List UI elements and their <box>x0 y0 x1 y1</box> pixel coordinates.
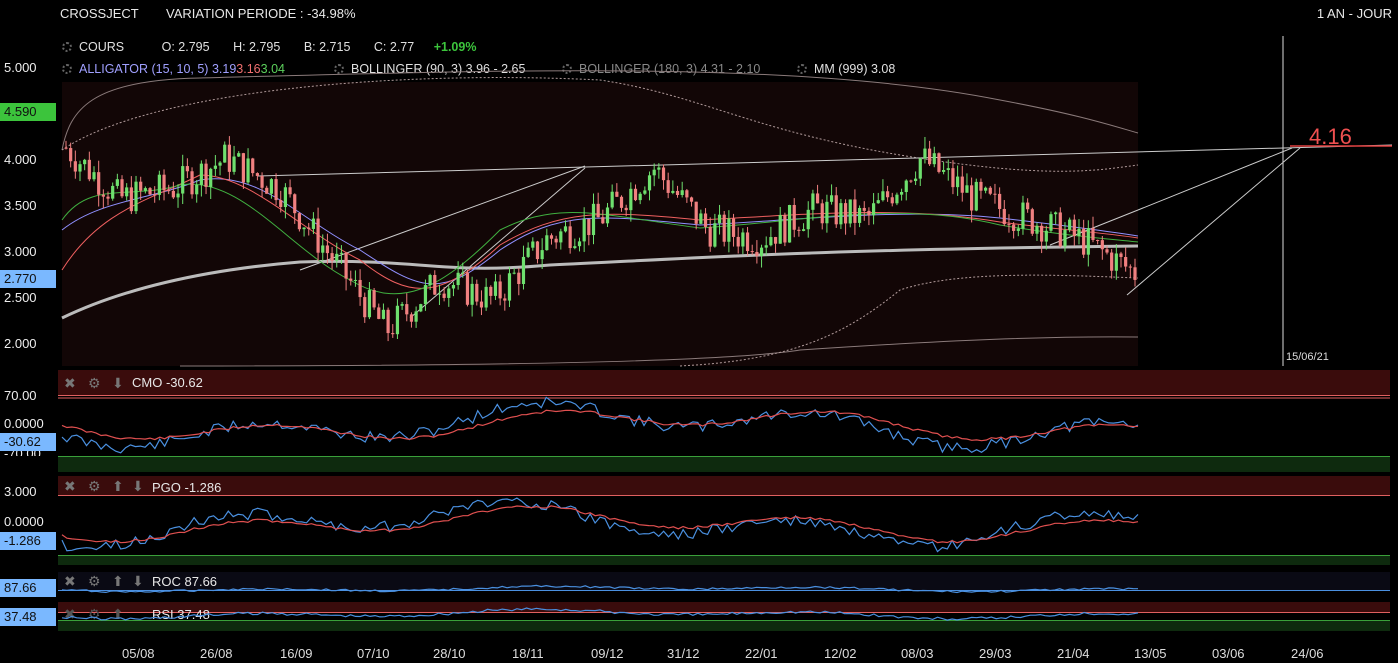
x-tick: 16/09 <box>280 646 313 661</box>
x-tick: 22/01 <box>745 646 778 661</box>
x-tick: 28/10 <box>433 646 466 661</box>
x-tick: 12/02 <box>824 646 857 661</box>
x-tick: 03/06 <box>1212 646 1245 661</box>
x-tick: 09/12 <box>591 646 624 661</box>
indicator-lines-svg <box>58 396 1390 621</box>
x-tick: 07/10 <box>357 646 390 661</box>
x-tick: 08/03 <box>901 646 934 661</box>
x-tick: 21/04 <box>1057 646 1090 661</box>
x-tick: 13/05 <box>1134 646 1167 661</box>
x-tick: 26/08 <box>200 646 233 661</box>
x-tick: 31/12 <box>667 646 700 661</box>
x-tick: 24/06 <box>1291 646 1324 661</box>
x-tick: 29/03 <box>979 646 1012 661</box>
x-tick: 05/08 <box>122 646 155 661</box>
x-tick: 18/11 <box>512 646 544 661</box>
